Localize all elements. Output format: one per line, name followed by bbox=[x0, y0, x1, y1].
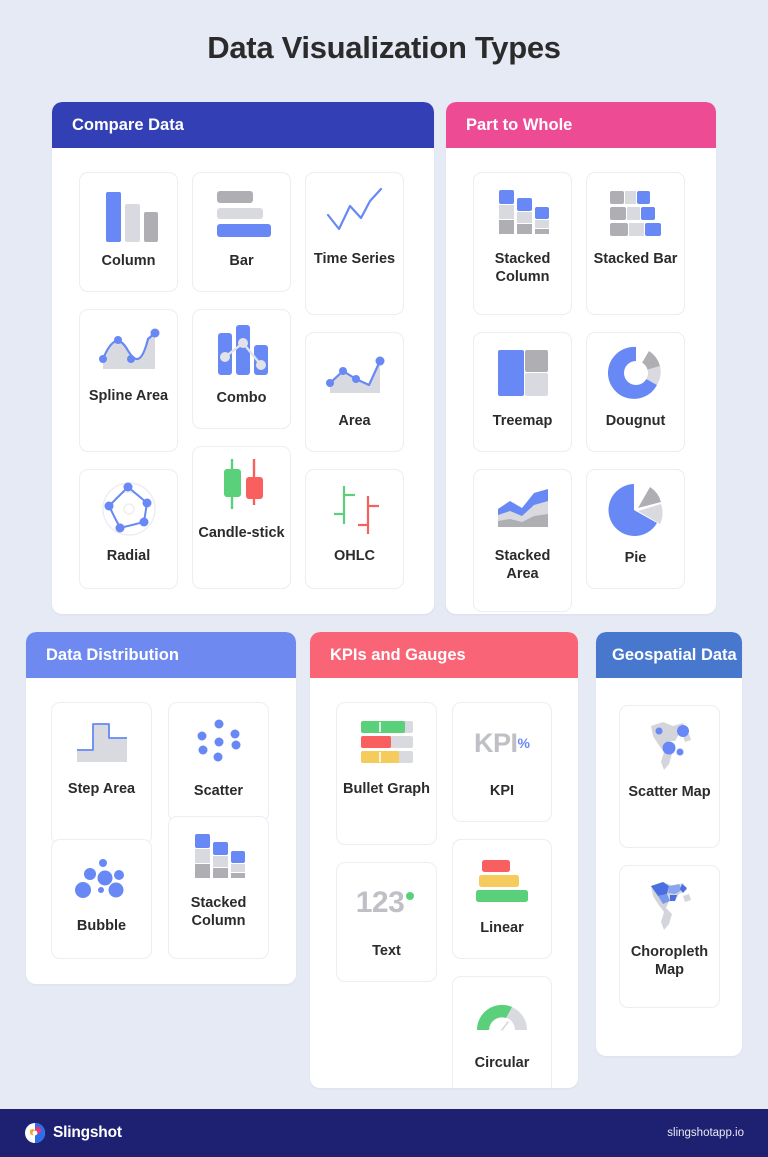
brand-logo: Slingshot bbox=[24, 1122, 122, 1144]
linear-gauge-icon bbox=[473, 840, 531, 920]
tile-step-area[interactable]: Step Area bbox=[51, 702, 152, 846]
section-header-kpis-and-gauges: KPIs and Gauges bbox=[310, 632, 578, 679]
footer: Slingshot slingshotapp.io bbox=[0, 1109, 768, 1157]
candlestick-chart-icon bbox=[211, 447, 273, 525]
bar-chart-icon bbox=[211, 173, 273, 253]
text-icon-number: 123 bbox=[355, 886, 405, 920]
section-data-distribution: Data Distribution Step Area Scatter Bubb… bbox=[26, 632, 296, 984]
text-number-icon: 123 bbox=[356, 863, 418, 943]
tile-treemap[interactable]: Treemap bbox=[473, 332, 572, 453]
tile-label: KPI bbox=[489, 783, 515, 800]
radial-chart-icon bbox=[97, 470, 161, 548]
tile-choropleth-map[interactable]: Choropleth Map bbox=[619, 865, 720, 1009]
tile-label: Stacked Bar bbox=[593, 251, 678, 268]
slingshot-logo-icon bbox=[25, 1123, 45, 1143]
tile-ohlc[interactable]: OHLC bbox=[305, 469, 404, 590]
stacked-bar-chart-icon bbox=[605, 173, 667, 251]
pie-chart-icon bbox=[607, 470, 665, 550]
tile-label: Candle-stick bbox=[198, 525, 285, 542]
tile-scatter[interactable]: Scatter bbox=[168, 702, 269, 823]
tile-scatter-map[interactable]: Scatter Map bbox=[619, 705, 720, 849]
tile-label: Stacked Column bbox=[494, 251, 551, 285]
stacked-column-chart-icon bbox=[492, 173, 554, 251]
tile-label: Step Area bbox=[67, 781, 136, 798]
tile-label: Spline Area bbox=[88, 388, 169, 405]
section-header-geospatial-data: Geospatial Data bbox=[596, 632, 742, 679]
section-header-part-to-whole: Part to Whole bbox=[446, 102, 716, 149]
page-title: Data Visualization Types bbox=[207, 30, 561, 65]
kpi-icon-percent: % bbox=[517, 735, 530, 752]
tile-label: Area bbox=[338, 413, 371, 430]
tile-label: Stacked Area bbox=[494, 548, 551, 582]
step-area-chart-icon bbox=[71, 703, 133, 781]
tile-radial[interactable]: Radial bbox=[79, 469, 178, 590]
tile-label: Bubble bbox=[76, 918, 127, 935]
tile-label: Radial bbox=[106, 548, 151, 565]
treemap-chart-icon bbox=[495, 333, 551, 413]
tile-stacked-column[interactable]: Stacked Column bbox=[473, 172, 572, 316]
tile-label: Stacked Column bbox=[190, 895, 247, 929]
tile-circular[interactable]: Circular bbox=[452, 976, 552, 1088]
tile-combo[interactable]: Combo bbox=[192, 309, 291, 430]
tile-candlestick[interactable]: Candle-stick bbox=[192, 446, 291, 590]
choropleth-map-icon bbox=[639, 866, 701, 944]
tile-label: Bar bbox=[229, 253, 254, 270]
tile-text[interactable]: 123 Text bbox=[336, 862, 437, 983]
infographic-page: Data Visualization Types Compare Data Co… bbox=[0, 0, 768, 1157]
tile-label: Time Series bbox=[313, 251, 396, 268]
tile-label: Scatter Map bbox=[628, 784, 711, 801]
stacked-column-chart-icon bbox=[188, 817, 250, 895]
tile-time-series[interactable]: Time Series bbox=[305, 172, 404, 316]
bubble-chart-icon bbox=[72, 840, 132, 918]
ohlc-chart-icon bbox=[324, 470, 386, 548]
tile-doughnut[interactable]: Dougnut bbox=[586, 332, 685, 453]
section-header-data-distribution: Data Distribution bbox=[26, 632, 296, 679]
tile-stacked-area[interactable]: Stacked Area bbox=[473, 469, 572, 613]
section-header-compare-data: Compare Data bbox=[52, 102, 434, 149]
tile-label: OHLC bbox=[333, 548, 376, 565]
stacked-area-chart-icon bbox=[492, 470, 554, 548]
tile-column[interactable]: Column bbox=[79, 172, 178, 293]
doughnut-chart-icon bbox=[607, 333, 665, 413]
tile-label: Treemap bbox=[492, 413, 553, 430]
combo-chart-icon bbox=[210, 310, 274, 390]
tile-spline-area[interactable]: Spline Area bbox=[79, 309, 178, 453]
column-chart-icon bbox=[98, 173, 160, 253]
section-kpis-and-gauges: KPIs and Gauges Bullet Graph KPI % KPI 1… bbox=[310, 632, 578, 1088]
scatter-map-icon bbox=[639, 706, 701, 784]
scatter-chart-icon bbox=[190, 703, 248, 783]
tile-label: Circular bbox=[474, 1055, 530, 1072]
tile-label: Pie bbox=[624, 550, 647, 567]
tile-stacked-column-distribution[interactable]: Stacked Column bbox=[168, 816, 269, 960]
circular-gauge-icon bbox=[472, 977, 532, 1055]
tile-label: Text bbox=[372, 943, 401, 960]
tile-stacked-bar[interactable]: Stacked Bar bbox=[586, 172, 685, 316]
section-geospatial-data: Geospatial Data Scatter Map Choropleth M… bbox=[596, 632, 742, 1056]
tile-label: Bullet Graph bbox=[342, 781, 430, 798]
brand-name: Slingshot bbox=[53, 1124, 122, 1141]
tile-bubble[interactable]: Bubble bbox=[51, 839, 152, 960]
tile-kpi[interactable]: KPI% KPI bbox=[452, 702, 552, 823]
tile-bar[interactable]: Bar bbox=[192, 172, 291, 293]
tile-label: Scatter bbox=[193, 783, 244, 800]
area-chart-icon bbox=[323, 333, 387, 413]
tile-label: Linear bbox=[480, 920, 524, 937]
spline-area-chart-icon bbox=[96, 310, 162, 388]
tile-label: Combo bbox=[216, 390, 267, 407]
tile-label: Column bbox=[101, 253, 156, 270]
bullet-graph-icon bbox=[358, 703, 416, 781]
tile-pie[interactable]: Pie bbox=[586, 469, 685, 590]
footer-url[interactable]: slingshotapp.io bbox=[667, 1127, 744, 1139]
tile-linear[interactable]: Linear bbox=[452, 839, 552, 960]
tile-bullet-graph[interactable]: Bullet Graph bbox=[336, 702, 437, 846]
section-compare-data: Compare Data Column Bar Time Series Spli… bbox=[52, 102, 434, 614]
tile-label: Choropleth Map bbox=[630, 944, 709, 978]
tile-label: Dougnut bbox=[605, 413, 666, 430]
kpi-icon: KPI% bbox=[474, 703, 530, 783]
time-series-chart-icon bbox=[323, 173, 387, 251]
kpi-icon-text: KPI bbox=[474, 727, 518, 758]
section-part-to-whole: Part to Whole Stacked Column Stacked Bar… bbox=[446, 102, 716, 614]
tile-area[interactable]: Area bbox=[305, 332, 404, 453]
